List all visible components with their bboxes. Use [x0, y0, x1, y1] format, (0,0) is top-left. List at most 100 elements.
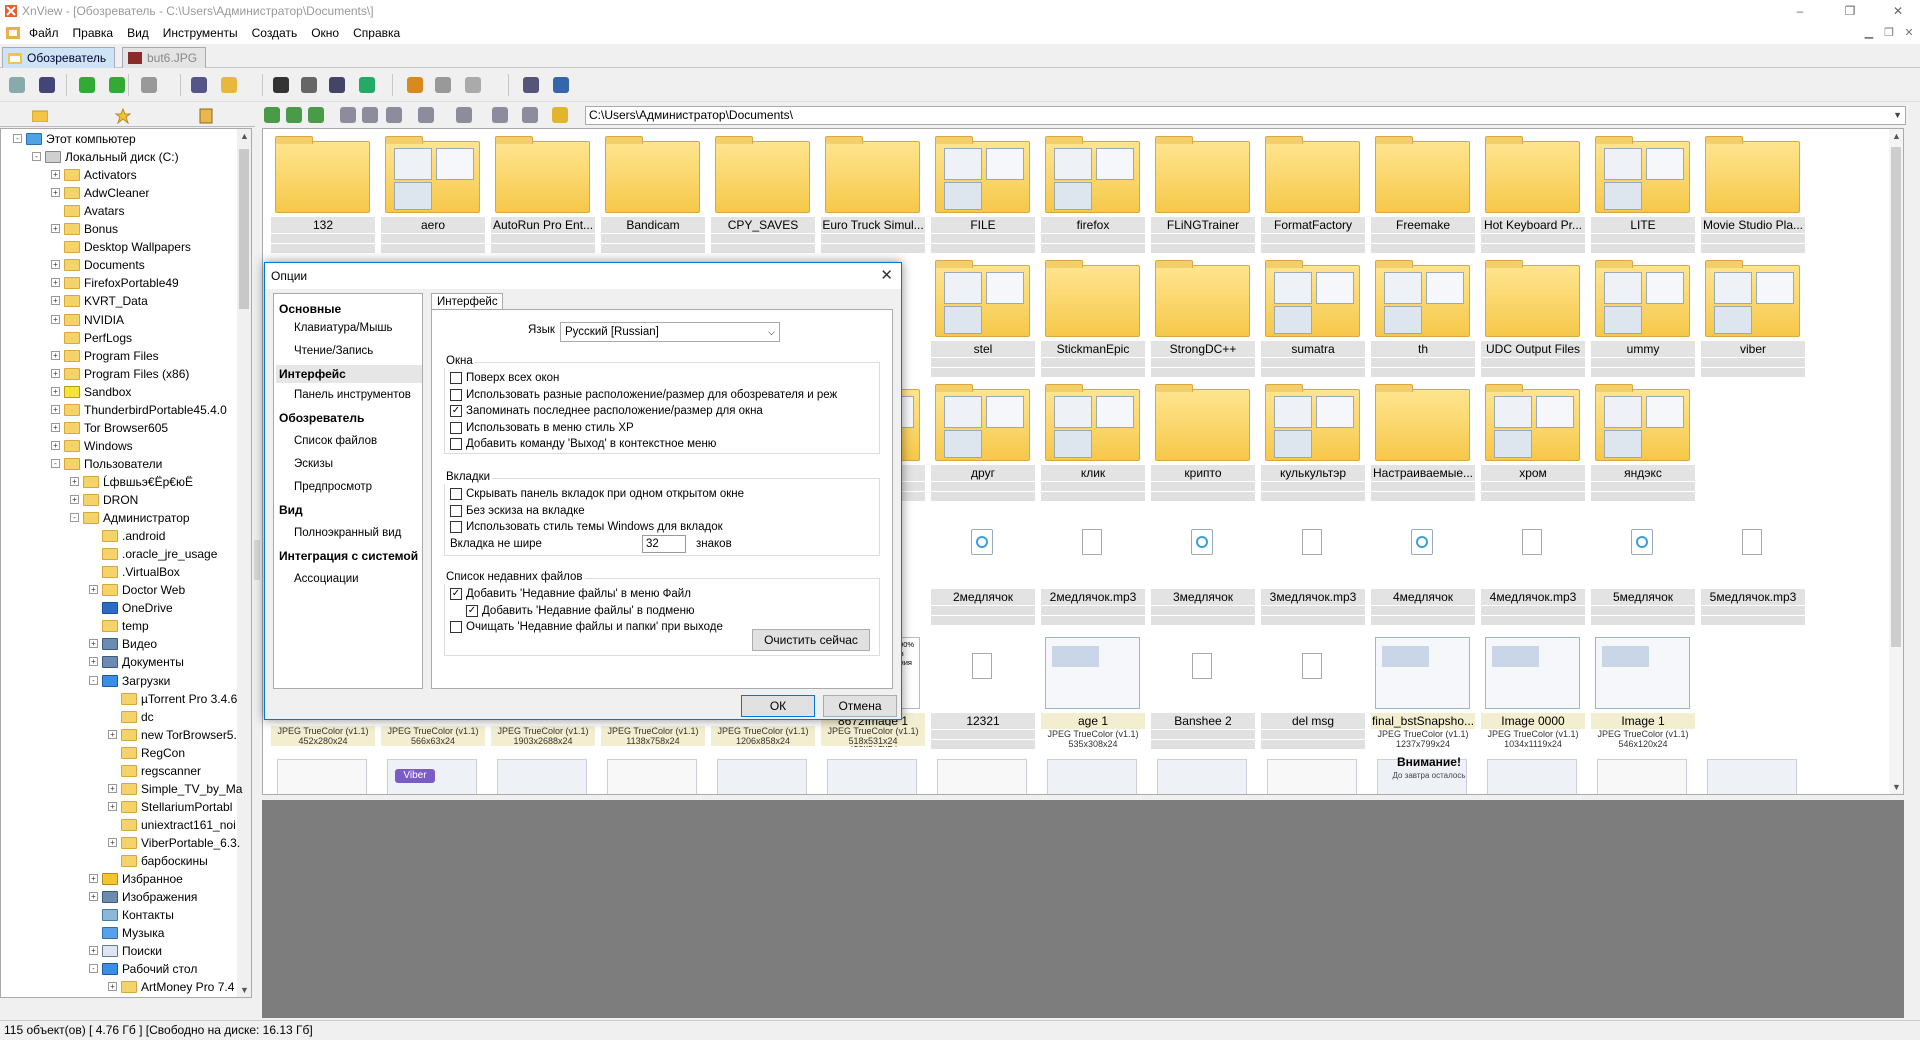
options-category-heading[interactable]: Обозреватель [279, 409, 364, 427]
tree-node[interactable]: + Activators [1, 166, 237, 184]
forward-arrow-icon[interactable] [286, 107, 302, 123]
view-mode-icon[interactable] [418, 107, 434, 123]
convert-button[interactable] [432, 74, 454, 96]
options-category-item[interactable]: Эскизы [294, 455, 333, 473]
folder-thumbnail[interactable]: 132 [271, 136, 375, 261]
expand-icon[interactable]: + [51, 224, 60, 234]
options-category-item[interactable]: Панель инструментов [294, 386, 411, 404]
collapse-icon[interactable]: - [70, 513, 79, 523]
folder-thumbnail[interactable]: FormatFactory [1261, 136, 1365, 261]
expand-icon[interactable]: + [108, 729, 117, 739]
tree-node[interactable]: барбоскины [1, 852, 237, 870]
expand-icon[interactable]: + [108, 982, 117, 992]
folder-thumbnail[interactable]: FILE [931, 136, 1035, 261]
up-arrow-icon[interactable] [308, 107, 324, 123]
tree-node[interactable]: .VirtualBox [1, 563, 237, 581]
tree-node[interactable]: Desktop Wallpapers [1, 238, 237, 256]
scanner-button[interactable] [326, 74, 348, 96]
expand-icon[interactable]: + [51, 314, 60, 324]
batch-button[interactable] [462, 74, 484, 96]
up-folder-button[interactable] [6, 74, 28, 96]
folder-thumbnail[interactable]: ummy [1591, 260, 1695, 385]
tree-node[interactable]: + Bonus [1, 220, 237, 238]
address-dropdown-icon[interactable]: ▼ [1893, 107, 1902, 124]
sync-icon[interactable] [522, 107, 538, 123]
expand-icon[interactable]: + [51, 170, 60, 180]
app-menu-icon[interactable] [6, 27, 20, 39]
tree-node[interactable]: + ViberPortable_6.3. [1, 834, 240, 852]
tree-node[interactable]: temp [1, 617, 237, 635]
mdi-restore-button[interactable]: ❐ [1878, 22, 1900, 44]
tab-interface[interactable]: Интерфейс [431, 293, 503, 310]
tree-node[interactable]: .oracle_jre_usage [1, 545, 237, 563]
expand-icon[interactable]: + [89, 892, 98, 902]
menu-item[interactable]: Правка [66, 22, 121, 44]
sort-icon[interactable] [456, 107, 472, 123]
expand-icon[interactable]: + [70, 476, 79, 486]
mdi-minimize-button[interactable]: ▁ [1858, 22, 1880, 44]
clear-now-button[interactable]: Очистить сейчас [752, 629, 870, 651]
expand-icon[interactable]: + [51, 350, 60, 360]
tree-scrollbar[interactable]: ▲ ▼ [237, 129, 251, 997]
options-category-heading[interactable]: Вид [279, 501, 303, 519]
ok-button[interactable]: ОК [741, 695, 815, 717]
menu-item[interactable]: Вид [120, 22, 156, 44]
expand-icon[interactable]: + [51, 188, 60, 198]
expand-icon[interactable]: + [89, 946, 98, 956]
tree-node[interactable]: + new TorBrowser5. [1, 726, 237, 744]
tree-node[interactable]: regscanner [1, 762, 237, 780]
folder-thumbnail[interactable]: viber [1701, 260, 1805, 385]
tree-node[interactable]: + DRON [1, 491, 237, 509]
collapse-icon[interactable]: - [51, 458, 60, 468]
tree-node[interactable]: - Загрузки [1, 672, 237, 690]
tree-node[interactable]: - Пользователи [1, 455, 237, 473]
slideshow-button[interactable] [356, 74, 378, 96]
unchecked-box-icon[interactable] [450, 388, 462, 401]
delete-icon[interactable] [386, 107, 402, 123]
expand-icon[interactable]: + [51, 368, 60, 378]
file-thumbnail[interactable]: 3медлячок.mp3 [1261, 509, 1365, 633]
expand-icon[interactable]: + [51, 386, 60, 396]
tree-node[interactable]: uniextract161_noi [1, 816, 237, 834]
tree-node[interactable]: OneDrive [1, 599, 237, 617]
splitter-handle[interactable] [254, 540, 260, 580]
folder-thumbnail[interactable]: Freemake [1371, 136, 1475, 261]
favorites-pane-tab[interactable] [85, 106, 165, 126]
folder-thumbnail[interactable]: FLiNGTrainer [1151, 136, 1255, 261]
tree-node[interactable]: Avatars [1, 202, 237, 220]
file-thumbnail[interactable]: 5медлячок.mp3 [1701, 509, 1805, 633]
folder-thumbnail[interactable]: Euro Truck Simul... [821, 136, 925, 261]
folder-thumbnail[interactable]: stel [931, 260, 1035, 385]
options-category-item[interactable]: Клавиатура/Мышь [294, 319, 393, 337]
menu-item[interactable]: Создать [245, 22, 305, 44]
info-file-button[interactable] [188, 74, 210, 96]
tab-image[interactable]: but6.JPG [122, 47, 207, 68]
tree-node[interactable]: + Windows [1, 437, 237, 455]
options-category-heading[interactable]: Интерфейс [276, 365, 422, 383]
options-category-item[interactable]: Ассоциации [294, 570, 359, 588]
preview-button[interactable] [404, 74, 426, 96]
dialog-close-button[interactable]: ✕ [880, 263, 893, 289]
menu-item[interactable]: Окно [304, 22, 346, 44]
tree-node[interactable]: + Избранное [1, 870, 237, 888]
folder-thumbnail[interactable]: Hot Keyboard Pr... [1481, 136, 1585, 261]
checked-box-icon[interactable]: ✓ [466, 604, 478, 617]
expand-icon[interactable]: + [89, 874, 98, 884]
tree-node[interactable]: µTorrent Pro 3.4.6 [1, 690, 237, 708]
expand-icon[interactable]: + [51, 440, 60, 450]
folders-pane-tab[interactable] [2, 106, 82, 126]
file-thumbnail[interactable]: Banshee 2 [1151, 633, 1255, 757]
tree-node[interactable]: + Видео [1, 635, 237, 653]
options-category-heading[interactable]: Интеграция с системой [279, 547, 418, 565]
tree-node[interactable]: + ArtMoney Pro 7.4 [1, 978, 237, 996]
expand-icon[interactable]: + [51, 260, 60, 270]
expand-icon[interactable]: + [89, 585, 98, 595]
checked-box-icon[interactable]: ✓ [450, 405, 462, 417]
tree-node[interactable]: + Program Files (x86) [1, 365, 237, 383]
tree-node[interactable]: + Simple_TV_by_Ma [1, 780, 242, 798]
expand-icon[interactable]: + [89, 639, 98, 649]
file-thumbnail[interactable]: 4медлячок [1371, 509, 1475, 633]
expand-icon[interactable]: + [108, 783, 117, 793]
options-category-item[interactable]: Полноэкранный вид [294, 524, 401, 542]
tree-node[interactable]: dc [1, 708, 237, 726]
